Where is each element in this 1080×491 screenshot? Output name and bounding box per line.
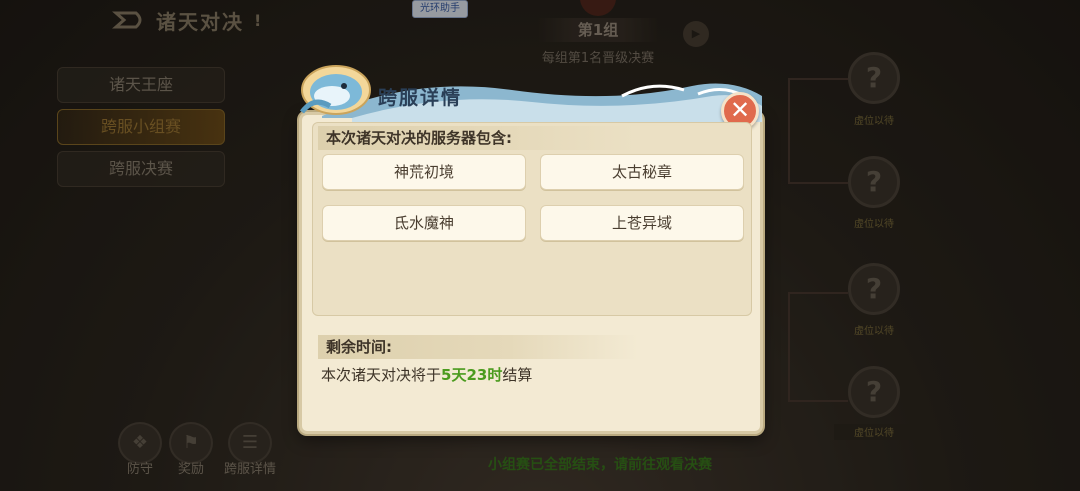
server-item[interactable]: 氐水魔神: [322, 205, 526, 241]
server-item[interactable]: 太古秘章: [540, 154, 744, 190]
countdown-text: 本次诸天对决将于5天23时结算: [321, 364, 532, 386]
server-item[interactable]: 神荒初境: [322, 154, 526, 190]
countdown-suffix: 结算: [502, 366, 533, 384]
modal-title: 跨服详情: [378, 87, 463, 109]
servers-heading: 本次诸天对决的服务器包含:: [318, 126, 638, 150]
countdown-prefix: 本次诸天对决将于: [321, 366, 442, 384]
countdown-value: 5天23时: [441, 366, 503, 384]
remaining-time-heading: 剩余时间:: [318, 335, 638, 359]
server-item[interactable]: 上苍异域: [540, 205, 744, 241]
whale-mascot-icon: [300, 65, 371, 115]
